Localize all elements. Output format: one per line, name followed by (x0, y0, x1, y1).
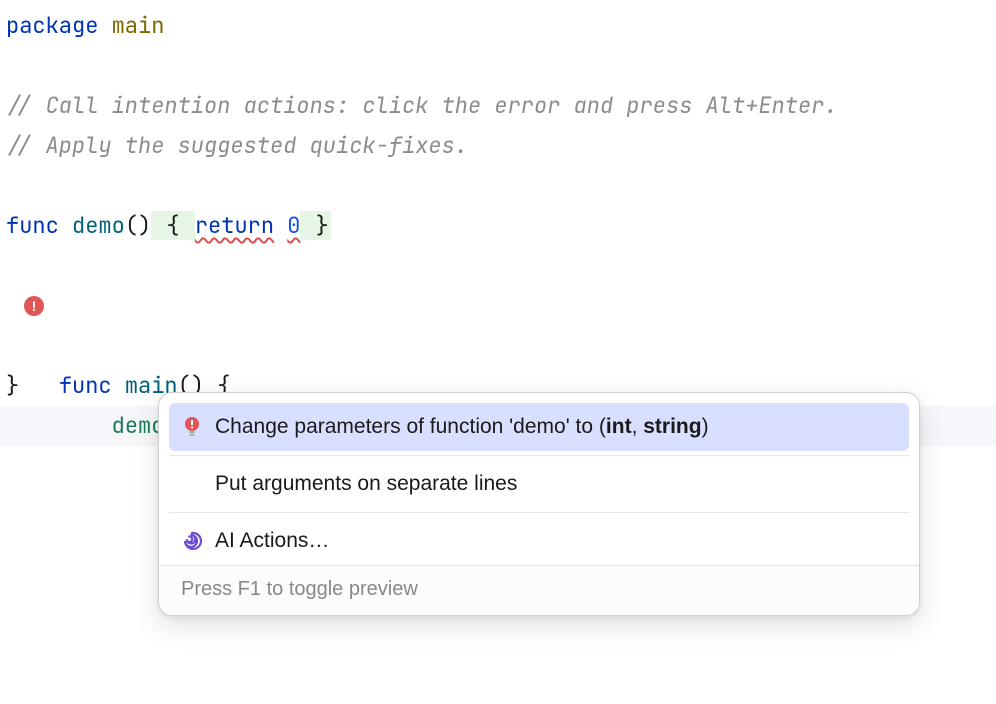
code-line-blank[interactable] (0, 246, 996, 286)
intention-label: Change parameters of function 'demo' to … (215, 415, 709, 439)
ai-spiral-icon (181, 530, 203, 552)
comment-text: // Apply the suggested quick-fixes. (6, 131, 468, 160)
intention-label: AI Actions… (215, 529, 329, 553)
code-line[interactable]: func main() { (0, 286, 996, 326)
keyword-return-error: return (195, 211, 274, 240)
parens: () (125, 211, 151, 240)
code-line[interactable]: package main (0, 6, 996, 46)
diff-highlight: { (151, 211, 195, 240)
literal-zero-error: 0 (287, 211, 300, 240)
code-line-blank[interactable] (0, 46, 996, 86)
intention-actions-popup: Change parameters of function 'demo' to … (158, 392, 920, 616)
error-bulb-icon (181, 416, 203, 438)
close-brace: } (6, 371, 19, 400)
intention-change-parameters[interactable]: Change parameters of function 'demo' to … (169, 403, 909, 451)
code-line-blank[interactable] (0, 166, 996, 206)
keyword-func: func (59, 371, 112, 400)
code-editor[interactable]: package main // Call intention actions: … (0, 0, 996, 704)
code-line[interactable]: func demo() { return 0 } (0, 206, 996, 246)
indent (59, 411, 112, 440)
code-line-comment[interactable]: // Apply the suggested quick-fixes. (0, 126, 996, 166)
code-line-current[interactable]: demo(2, "hello") (0, 326, 996, 366)
popup-separator (169, 512, 909, 513)
popup-separator (169, 455, 909, 456)
comment-text: // Call intention actions: click the err… (6, 91, 838, 120)
intention-label: Put arguments on separate lines (215, 472, 517, 496)
intention-ai-actions[interactable]: AI Actions… (169, 517, 909, 565)
keyword-func: func (6, 211, 59, 240)
intention-put-args-separate-lines[interactable]: Put arguments on separate lines (169, 460, 909, 508)
diff-highlight: } (300, 211, 330, 240)
keyword-package: package (6, 11, 98, 40)
package-name: main (112, 11, 165, 40)
popup-items-list: Change parameters of function 'demo' to … (159, 393, 919, 565)
func-name-demo: demo (72, 211, 125, 240)
popup-footer-hint: Press F1 to toggle preview (159, 565, 919, 615)
error-gutter-icon[interactable] (24, 296, 44, 316)
code-line-comment[interactable]: // Call intention actions: click the err… (0, 86, 996, 126)
spacer-icon (181, 473, 203, 495)
call-demo: demo (112, 411, 165, 440)
